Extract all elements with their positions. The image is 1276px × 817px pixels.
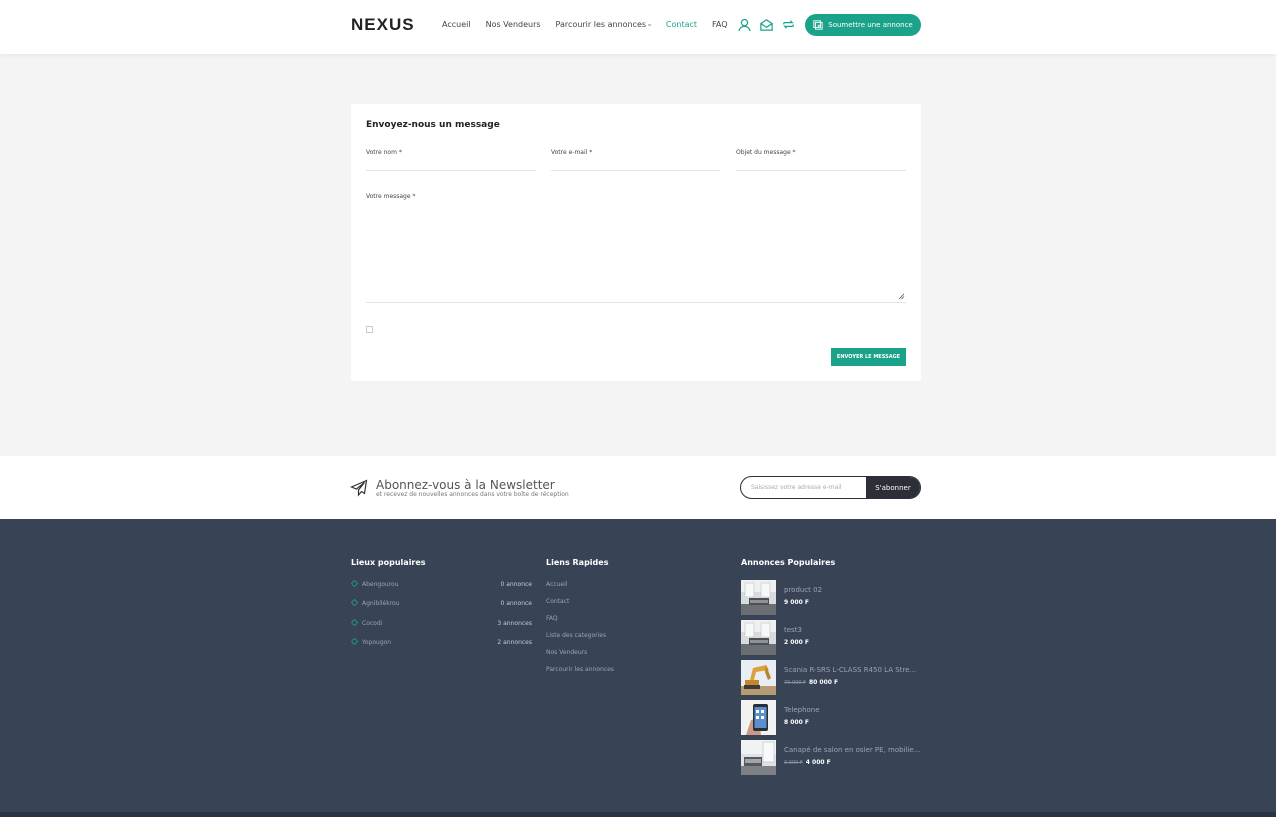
- email-field[interactable]: Votre e-mail *: [551, 149, 720, 171]
- place-count: 0 annonce: [500, 581, 532, 588]
- listing-price: 3 000 F4 000 F: [784, 759, 831, 766]
- name-field[interactable]: Votre nom *: [366, 149, 536, 171]
- listing-thumbnail[interactable]: [741, 660, 776, 695]
- place-count: 3 annonces: [497, 620, 532, 627]
- listing-old-price: 70 000 F: [784, 680, 806, 686]
- listing-name[interactable]: Canapé de salon en osier PE, mobilie...: [784, 746, 924, 754]
- location-icon: [351, 599, 358, 606]
- message-label: Votre message *: [366, 193, 416, 200]
- newsletter-title: Abonnez-vous à la Newsletter: [376, 478, 555, 492]
- listing-price: 70 000 F 80 000 F: [784, 679, 838, 686]
- popular-listing-item[interactable]: Telephone 8 000 F: [741, 700, 921, 736]
- listing-thumbnail[interactable]: [741, 700, 776, 735]
- main-nav: Accueil Nos Vendeurs Parcourir les annon…: [442, 20, 743, 29]
- place-name: Abengourou: [362, 581, 399, 588]
- listing-name[interactable]: product 02: [784, 586, 924, 594]
- name-input-line[interactable]: [366, 170, 536, 171]
- subject-label: Objet du message *: [736, 149, 796, 156]
- email-label: Votre e-mail *: [551, 149, 593, 156]
- subject-field[interactable]: Objet du message *: [736, 149, 906, 171]
- submit-listing-button[interactable]: Soumettre une annonce: [805, 14, 921, 36]
- listing-name[interactable]: test3: [784, 626, 924, 634]
- listing-price-value: 80 000 F: [808, 679, 839, 686]
- place-name: Yopougon: [362, 639, 392, 646]
- location-icon: [351, 619, 358, 626]
- listing-old-price: 3 000 F: [784, 760, 803, 766]
- message-textarea[interactable]: [366, 208, 906, 303]
- location-icon: [351, 638, 358, 645]
- nav-parcourir-label: Parcourir les annonces: [555, 20, 647, 29]
- name-label: Votre nom *: [366, 149, 402, 156]
- listing-price-value: 8 000 F: [784, 719, 809, 726]
- add-listing-icon: [813, 20, 823, 30]
- popular-listing-item[interactable]: Canapé de salon en osier PE, mobilie... …: [741, 740, 921, 776]
- listing-price-value: 4 000 F: [805, 759, 831, 766]
- resize-handle-icon[interactable]: [898, 293, 905, 300]
- subscribe-button[interactable]: S'abonner: [866, 477, 920, 498]
- nav-contact[interactable]: Contact: [666, 20, 697, 29]
- consent-checkbox[interactable]: [366, 326, 373, 333]
- place-name: Cocodi: [362, 620, 383, 627]
- footer-bottom-bar: [0, 812, 1276, 817]
- popular-listing-item[interactable]: test3 2 000 F: [741, 620, 921, 656]
- listing-price: 2 000 F: [784, 639, 809, 646]
- user-icon[interactable]: [737, 17, 752, 32]
- compare-icon[interactable]: [781, 17, 796, 32]
- nav-accueil[interactable]: Accueil: [442, 20, 471, 29]
- footer-link-accueil[interactable]: Accueil: [546, 581, 567, 588]
- paper-plane-icon: [350, 479, 368, 497]
- contact-form-card: Envoyez-nous un message Votre nom * Votr…: [351, 104, 921, 381]
- listing-price-value: 2 000 F: [784, 639, 809, 646]
- site-footer: Lieux populaires Liens Rapides Annonces …: [0, 519, 1276, 812]
- footer-link-categories[interactable]: Liste des categories: [546, 632, 606, 639]
- listing-price-value: 9 000 F: [784, 599, 809, 606]
- footer-link-parcourir[interactable]: Parcourir les annonces: [546, 666, 614, 673]
- form-title: Envoyez-nous un message: [366, 120, 500, 130]
- newsletter-form: S'abonner: [740, 476, 921, 499]
- listing-name[interactable]: Telephone: [784, 706, 924, 714]
- footer-link-vendeurs[interactable]: Nos Vendeurs: [546, 649, 587, 656]
- location-icon: [351, 580, 358, 587]
- place-count: 2 annonces: [497, 639, 532, 646]
- email-input-line[interactable]: [551, 170, 720, 171]
- listing-thumbnail[interactable]: [741, 620, 776, 655]
- listing-thumbnail[interactable]: [741, 580, 776, 615]
- footer-link-faq[interactable]: FAQ: [546, 615, 558, 622]
- newsletter-section: Abonnez-vous à la Newsletter et recevez …: [0, 456, 1276, 519]
- popular-listing-item[interactable]: Scania R-SRS L-CLASS R450 LA Stre... 70 …: [741, 660, 921, 696]
- popular-listings-title: Annonces Populaires: [741, 558, 836, 567]
- footer-link-contact[interactable]: Contact: [546, 598, 569, 605]
- site-logo[interactable]: NEXUS: [351, 15, 415, 35]
- site-header: NEXUS Accueil Nos Vendeurs Parcourir les…: [0, 0, 1276, 54]
- header-icons: [737, 17, 796, 32]
- chevron-down-icon: ›: [645, 23, 654, 27]
- popular-places-title: Lieux populaires: [351, 558, 426, 567]
- listing-price: 9 000 F: [784, 599, 809, 606]
- subject-input-line[interactable]: [736, 170, 906, 171]
- newsletter-email-input[interactable]: [741, 477, 867, 498]
- place-name: Agnibilékrou: [362, 600, 400, 607]
- newsletter-subtitle: et recevez de nouvelles annonces dans vo…: [376, 491, 569, 498]
- place-count: 0 annonce: [500, 600, 532, 607]
- popular-listing-item[interactable]: product 02 9 000 F: [741, 580, 921, 616]
- submit-listing-label: Soumettre une annonce: [828, 21, 913, 29]
- listing-thumbnail[interactable]: [741, 740, 776, 775]
- quick-links-title: Liens Rapides: [546, 558, 609, 567]
- nav-faq[interactable]: FAQ: [712, 20, 728, 29]
- nav-parcourir[interactable]: Parcourir les annonces›: [555, 20, 654, 29]
- listing-price: 8 000 F: [784, 719, 809, 726]
- nav-nos-vendeurs[interactable]: Nos Vendeurs: [486, 20, 541, 29]
- mail-icon[interactable]: [759, 17, 774, 32]
- listing-name[interactable]: Scania R-SRS L-CLASS R450 LA Stre...: [784, 666, 924, 674]
- message-label-wrap: Votre message *: [366, 193, 415, 200]
- send-message-button[interactable]: ENVOYER LE MESSAGE: [831, 348, 906, 366]
